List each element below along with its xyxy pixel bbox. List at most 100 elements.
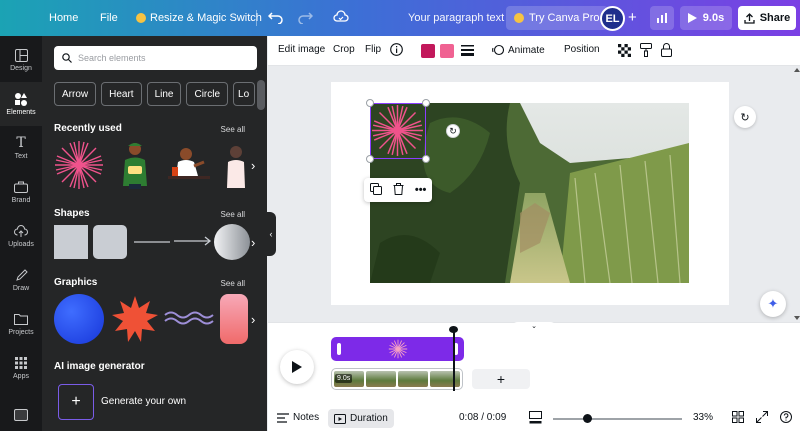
- redo-icon[interactable]: [297, 10, 314, 27]
- arrow-shape-thumbnail[interactable]: [174, 236, 212, 246]
- help-icon[interactable]: [780, 411, 792, 426]
- video-clip-track[interactable]: 9.0s: [331, 368, 463, 390]
- rounded-square-thumbnail[interactable]: [93, 225, 127, 259]
- chip-more[interactable]: Lo: [233, 82, 256, 106]
- more-options-icon[interactable]: •••: [415, 184, 427, 196]
- animate-button[interactable]: Animate: [492, 44, 545, 56]
- lock-icon[interactable]: [661, 43, 672, 60]
- canvas-scrollbar[interactable]: [794, 66, 800, 322]
- graphics-heading: Graphics: [54, 277, 98, 288]
- starburst-thumbnail[interactable]: [54, 140, 104, 190]
- starburst-element-selected[interactable]: [370, 103, 426, 159]
- see-all-recent[interactable]: See all: [221, 125, 245, 134]
- blue-circle-graphic[interactable]: [54, 294, 104, 344]
- generate-your-own-link[interactable]: Generate your own: [101, 396, 186, 407]
- undo-icon[interactable]: [267, 10, 284, 27]
- play-icon: [292, 361, 302, 373]
- cloud-save-icon[interactable]: [333, 10, 349, 27]
- resize-handle-top-right[interactable]: [422, 99, 430, 107]
- rail-item-text[interactable]: T Text: [0, 126, 42, 170]
- timeline-collapse-button[interactable]: ⌄: [510, 322, 558, 332]
- transparency-icon[interactable]: [618, 44, 631, 60]
- see-all-graphics[interactable]: See all: [221, 279, 245, 288]
- zoom-percentage[interactable]: 33%: [693, 412, 713, 423]
- see-all-shapes[interactable]: See all: [221, 210, 245, 219]
- collapse-panel-button[interactable]: ‹: [266, 212, 276, 256]
- baker-illustration-thumbnail[interactable]: [164, 140, 214, 190]
- top-bar: Home File Resize & Magic Switch Your par…: [0, 0, 800, 36]
- color-swatch-1[interactable]: [421, 44, 435, 58]
- panel-scrollbar[interactable]: [257, 80, 265, 110]
- present-play-button[interactable]: 9.0s: [680, 6, 732, 30]
- avatar[interactable]: EL: [600, 6, 625, 31]
- rail-item-elements[interactable]: Elements: [0, 82, 42, 126]
- element-animation-track[interactable]: [331, 337, 464, 361]
- search-input[interactable]: [78, 53, 248, 63]
- search-box[interactable]: [54, 46, 257, 70]
- chip-arrow[interactable]: Arrow: [54, 82, 97, 106]
- file-menu-button[interactable]: File: [100, 12, 118, 24]
- page-view-icon[interactable]: [529, 411, 542, 427]
- copy-style-icon[interactable]: [640, 43, 652, 60]
- rail-item-design[interactable]: Design: [0, 38, 42, 82]
- line-shape-thumbnail[interactable]: [134, 240, 170, 244]
- rotate-icon[interactable]: ↻: [446, 124, 460, 138]
- document-title[interactable]: Your paragraph text: [408, 12, 504, 24]
- circle-shape-thumbnail[interactable]: [214, 224, 250, 260]
- divider: [256, 10, 257, 26]
- chevron-right-icon[interactable]: ›: [251, 312, 265, 327]
- rail-item-more[interactable]: [0, 400, 42, 430]
- add-collaborator-icon[interactable]: +: [628, 9, 637, 26]
- rail-item-uploads[interactable]: Uploads: [0, 214, 42, 258]
- line-weight-icon[interactable]: [461, 45, 474, 59]
- grid-view-icon[interactable]: [732, 411, 744, 426]
- resize-handle-bottom-left[interactable]: [366, 155, 374, 163]
- refresh-icon[interactable]: ↻: [734, 106, 756, 128]
- resize-button[interactable]: Resize & Magic Switch: [136, 12, 262, 24]
- flip-button[interactable]: Flip: [365, 44, 381, 55]
- try-pro-label: Try Canva Pro: [529, 12, 600, 24]
- chevron-right-icon[interactable]: ›: [251, 158, 265, 173]
- notes-button[interactable]: Notes: [277, 412, 319, 423]
- duration-button[interactable]: Duration: [328, 409, 394, 428]
- resize-handle-bottom-right[interactable]: [422, 155, 430, 163]
- color-swatch-2[interactable]: [440, 44, 454, 58]
- add-clip-button[interactable]: +: [472, 369, 530, 389]
- position-button[interactable]: Position: [564, 44, 600, 55]
- home-button[interactable]: Home: [49, 12, 78, 24]
- chevron-right-icon[interactable]: ›: [251, 235, 265, 250]
- square-shape-thumbnail[interactable]: [54, 225, 88, 259]
- duplicate-icon[interactable]: [369, 182, 382, 198]
- fullscreen-icon[interactable]: [756, 411, 768, 426]
- recently-used-heading: Recently used: [54, 123, 122, 134]
- playhead[interactable]: [453, 328, 455, 391]
- rail-item-draw[interactable]: Draw: [0, 258, 42, 302]
- generate-plus-button[interactable]: +: [58, 384, 94, 420]
- chip-line[interactable]: Line: [146, 82, 182, 106]
- crop-button[interactable]: Crop: [333, 44, 355, 55]
- chip-heart[interactable]: Heart: [101, 82, 142, 106]
- analytics-icon[interactable]: [650, 6, 674, 30]
- red-star-graphic[interactable]: [110, 294, 160, 344]
- track-starburst-icon: [388, 339, 407, 359]
- delete-icon[interactable]: [393, 182, 404, 198]
- rail-item-brand[interactable]: Brand: [0, 170, 42, 214]
- gradient-graphic[interactable]: [220, 294, 248, 344]
- zoom-slider[interactable]: [553, 418, 682, 420]
- resize-handle-top-left[interactable]: [366, 99, 374, 107]
- person-illustration-thumbnail[interactable]: [224, 144, 248, 190]
- edit-image-button[interactable]: Edit image: [278, 44, 325, 55]
- starburst-graphic: [372, 105, 423, 156]
- magic-sparkle-icon[interactable]: ✦: [760, 291, 786, 317]
- wavy-lines-graphic[interactable]: [164, 308, 214, 328]
- rail-item-apps[interactable]: Apps: [0, 346, 42, 390]
- context-toolbar: Edit image Crop Flip Animate Position: [268, 36, 800, 66]
- track-trim-handle-left[interactable]: [337, 343, 341, 355]
- rail-item-projects[interactable]: Projects: [0, 302, 42, 346]
- try-pro-button[interactable]: Try Canva Pro: [506, 6, 608, 30]
- timeline-play-button[interactable]: [280, 350, 314, 384]
- share-button[interactable]: Share: [738, 6, 796, 30]
- chip-circle[interactable]: Circle: [186, 82, 229, 106]
- info-icon[interactable]: [390, 43, 403, 59]
- gardener-illustration-thumbnail[interactable]: [114, 140, 156, 190]
